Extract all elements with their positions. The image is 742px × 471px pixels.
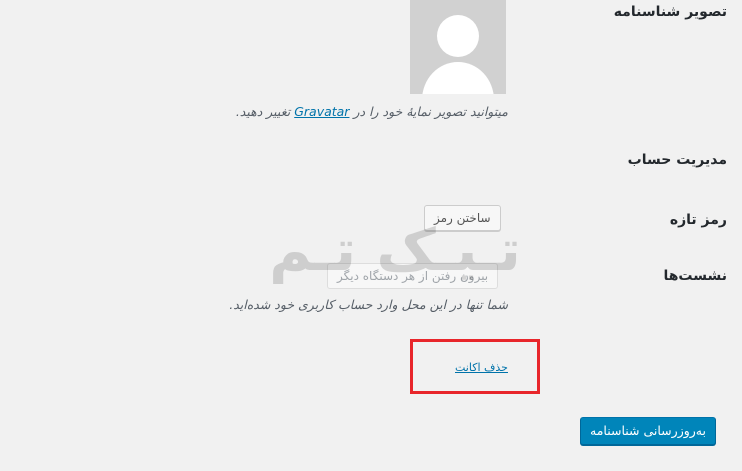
profile-picture-description: میتوانید تصویر نمایهٔ خود را در Gravatar… xyxy=(236,104,508,119)
delete-account-link[interactable]: حذف اکانت xyxy=(455,361,508,374)
new-password-label: رمز تازه xyxy=(669,212,727,228)
sessions-description: شما تنها در این محل وارد حساب کاربری خود… xyxy=(229,297,508,312)
gravatar-link[interactable]: Gravatar xyxy=(294,104,349,119)
profile-picture-label: تصویر شناسنامه xyxy=(613,4,727,20)
logout-everywhere-button[interactable]: بیرون رفتن از هر دستگاه دیگر xyxy=(327,263,499,289)
avatar xyxy=(410,0,506,94)
description-after: تغییر دهید. xyxy=(235,104,291,119)
description-before: میتوانید تصویر نمایهٔ خود را در xyxy=(353,104,508,119)
account-management-heading: مدیریت حساب xyxy=(627,152,727,168)
generate-password-button[interactable]: ساختن رمز xyxy=(424,205,501,231)
default-avatar-icon xyxy=(410,0,506,94)
update-profile-button[interactable]: به‌روزرسانی شناسنامه xyxy=(580,417,716,445)
sessions-label: نشست‌ها xyxy=(663,268,727,284)
